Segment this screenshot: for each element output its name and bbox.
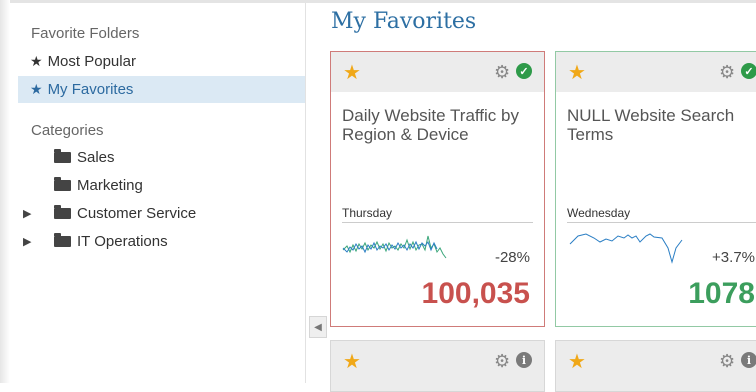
page-shadow	[0, 0, 10, 383]
card-divider	[567, 222, 756, 223]
favorite-star-icon[interactable]: ★	[343, 60, 361, 85]
star-icon: ★	[30, 81, 43, 97]
dashboard-card[interactable]: ★ ⚙ ✓ NULL Website Search Terms Wednesda…	[555, 51, 756, 327]
folder-icon	[54, 233, 71, 247]
sidebar-item-label: My Favorites	[47, 81, 134, 98]
folder-icon	[54, 177, 71, 191]
category-it-operations[interactable]: IT Operations	[54, 229, 168, 253]
card-header: ★ ⚙ ✓	[331, 52, 544, 92]
category-customer-service[interactable]: Customer Service	[54, 201, 196, 225]
sparkline-chart	[342, 235, 447, 259]
expand-arrow-icon[interactable]: ▶	[23, 235, 31, 248]
category-label: Marketing	[77, 176, 143, 194]
sparkline-series-1	[342, 235, 447, 259]
card-divider	[342, 222, 533, 223]
sidebar-divider	[305, 3, 306, 383]
metric-value: 1078	[688, 277, 755, 310]
info-circle-icon[interactable]: i	[741, 352, 756, 368]
change-percent: -28%	[494, 249, 530, 266]
card-day: Thursday	[342, 206, 393, 220]
favorite-star-icon[interactable]: ★	[568, 60, 586, 85]
sparkline-series-1	[569, 233, 683, 264]
change-percent: +3.7%	[712, 249, 755, 266]
category-marketing[interactable]: Marketing	[54, 173, 143, 197]
sidebar-item-most-popular[interactable]: ★ Most Popular	[18, 48, 305, 75]
gear-icon[interactable]: ⚙	[494, 62, 510, 83]
category-label: Sales	[77, 148, 115, 166]
folder-icon	[54, 149, 71, 163]
categories-heading: Categories	[31, 122, 104, 139]
folder-icon	[54, 205, 71, 219]
category-sales[interactable]: Sales	[54, 145, 115, 169]
gear-icon[interactable]: ⚙	[719, 62, 735, 83]
star-icon: ★	[30, 53, 43, 69]
collapse-sidebar-button[interactable]: ◀	[309, 316, 327, 338]
favorite-folders-heading: Favorite Folders	[31, 25, 140, 42]
card-header: ★ ⚙ ✓	[556, 52, 756, 92]
check-circle-icon: ✓	[741, 63, 756, 79]
page-title: My Favorites	[331, 9, 477, 34]
sidebar-item-label: Most Popular	[47, 53, 136, 70]
gear-icon[interactable]: ⚙	[494, 351, 510, 372]
sparkline-chart	[569, 233, 683, 264]
favorite-star-icon[interactable]: ★	[343, 349, 361, 374]
metric-value: 100,035	[421, 277, 530, 310]
sparkline-series-2	[342, 240, 438, 254]
category-label: IT Operations	[77, 232, 168, 250]
gear-icon[interactable]: ⚙	[719, 351, 735, 372]
card-title: NULL Website Search Terms	[567, 106, 735, 144]
sidebar-item-my-favorites[interactable]: ★ My Favorites	[18, 76, 305, 103]
dashboard-card[interactable]: ★ ⚙ i	[330, 340, 545, 392]
favorite-star-icon[interactable]: ★	[568, 349, 586, 374]
expand-arrow-icon[interactable]: ▶	[23, 207, 31, 220]
category-label: Customer Service	[77, 204, 197, 222]
dashboard-card[interactable]: ★ ⚙ ✓ Daily Website Traffic by Region & …	[330, 51, 545, 327]
card-title: Daily Website Traffic by Region & Device	[342, 106, 519, 144]
card-day: Wednesday	[567, 206, 631, 220]
info-circle-icon[interactable]: i	[516, 352, 532, 368]
chevron-left-icon: ◀	[314, 321, 322, 333]
check-circle-icon: ✓	[516, 63, 532, 79]
sidebar: Favorite Folders ★ Most Popular ★ My Fav…	[18, 3, 305, 383]
dashboard-card[interactable]: ★ ⚙ i	[555, 340, 756, 392]
